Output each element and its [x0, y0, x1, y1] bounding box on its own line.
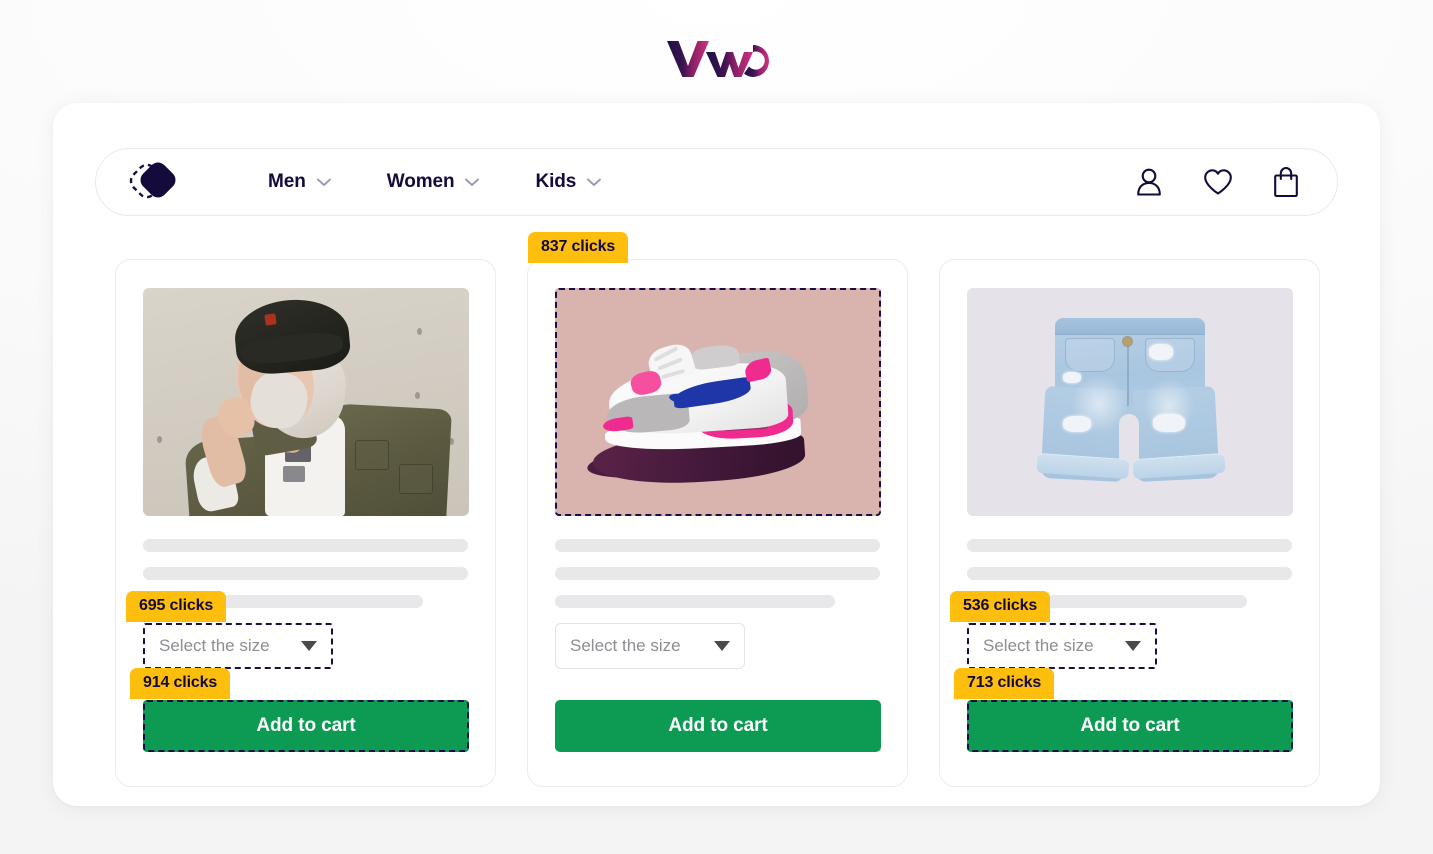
dropdown-caret-icon	[714, 641, 730, 651]
product-artwork	[557, 290, 879, 514]
wishlist-icon[interactable]	[1203, 168, 1233, 196]
click-badge-add-to-cart: 914 clicks	[130, 668, 231, 699]
chevron-down-icon	[587, 178, 602, 186]
size-select-placeholder: Select the size	[983, 636, 1094, 655]
vwo-logo	[666, 41, 769, 77]
product-text-skeletons	[555, 539, 880, 608]
product-card: Select the size Add to cart 695 clicks 9…	[115, 259, 496, 787]
click-badge-size-select: 695 clicks	[126, 591, 227, 622]
chevron-down-icon	[316, 178, 331, 186]
cart-icon[interactable]	[1273, 166, 1299, 198]
nav-link-men[interactable]: Men	[268, 171, 331, 193]
add-to-cart-button[interactable]: Add to cart	[967, 700, 1293, 752]
nav-icons	[1135, 166, 1299, 198]
skeleton-line	[555, 539, 880, 552]
click-badge-product-image: 837 clicks	[528, 232, 629, 263]
store-preview-panel: Men Women Kids Select the size Add to ca…	[53, 103, 1380, 806]
click-badge-size-select: 536 clicks	[950, 591, 1051, 622]
size-select[interactable]: Select the size	[555, 623, 745, 669]
nav-link-men-label: Men	[268, 171, 306, 192]
skeleton-line	[143, 539, 468, 552]
skeleton-line	[967, 539, 1292, 552]
product-image-woman-jacket[interactable]	[143, 288, 469, 516]
dropdown-caret-icon	[301, 641, 317, 651]
product-artwork	[143, 288, 469, 516]
size-select[interactable]: Select the size	[143, 623, 333, 669]
product-image-sneaker[interactable]	[555, 288, 881, 516]
chevron-down-icon	[465, 178, 480, 186]
click-badge-add-to-cart: 713 clicks	[954, 668, 1055, 699]
site-navbar: Men Women Kids	[95, 148, 1338, 216]
product-grid: Select the size Add to cart 695 clicks 9…	[115, 232, 1320, 787]
add-to-cart-button[interactable]: Add to cart	[555, 700, 881, 752]
product-image-denim-shorts[interactable]	[967, 288, 1293, 516]
size-select-placeholder: Select the size	[159, 636, 270, 655]
skeleton-line	[555, 567, 880, 580]
product-artwork	[967, 288, 1293, 516]
nav-link-kids-label: Kids	[535, 171, 577, 192]
add-to-cart-button[interactable]: Add to cart	[143, 700, 469, 752]
size-select[interactable]: Select the size	[967, 623, 1157, 669]
skeleton-line	[143, 567, 468, 580]
vwo-logo-container	[0, 34, 1433, 84]
skeleton-line	[967, 567, 1292, 580]
dropdown-caret-icon	[1125, 641, 1141, 651]
account-icon[interactable]	[1135, 167, 1163, 197]
size-select-placeholder: Select the size	[570, 636, 681, 655]
product-card: Select the size Add to cart 536 clicks 7…	[939, 259, 1320, 787]
store-logo-icon	[129, 162, 176, 199]
product-card: 837 clicks Select the size Add to cart	[527, 232, 908, 787]
nav-link-women[interactable]: Women	[387, 171, 480, 193]
nav-link-women-label: Women	[386, 171, 455, 192]
nav-links: Men Women Kids	[268, 171, 1135, 193]
skeleton-line	[555, 595, 835, 608]
nav-link-kids[interactable]: Kids	[535, 171, 602, 193]
store-diamond-logo[interactable]	[126, 156, 182, 208]
